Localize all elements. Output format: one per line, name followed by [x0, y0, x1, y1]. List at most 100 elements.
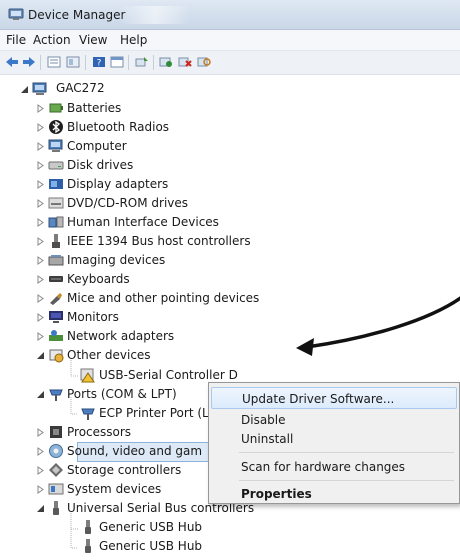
- menu-scan-hardware-changes[interactable]: Scan for hardware changes: [211, 456, 457, 478]
- back-icon[interactable]: [5, 56, 19, 68]
- tree-item-sound-video-game[interactable]: Sound, video and gam: [67, 444, 202, 458]
- network-adapter-icon: [49, 330, 63, 341]
- expand-arrow-icon[interactable]: [36, 237, 45, 246]
- toolbar-separator: [85, 55, 86, 70]
- view-icon[interactable]: [110, 56, 124, 68]
- tree-item-monitors[interactable]: Monitors: [67, 310, 119, 324]
- expand-arrow-icon[interactable]: [36, 256, 45, 265]
- expand-arrow-icon[interactable]: [36, 275, 45, 284]
- toolbar-separator: [128, 55, 129, 70]
- expand-arrow-icon[interactable]: [36, 313, 45, 322]
- computer-icon: [48, 139, 63, 152]
- tree-item-ieee-1394-controllers[interactable]: IEEE 1394 Bus host controllers: [67, 234, 251, 248]
- menu-bar: File Action View Help: [0, 30, 460, 51]
- disk-drive-icon: [48, 161, 64, 170]
- expand-arrow-icon[interactable]: [36, 332, 45, 341]
- ieee1394-icon: [52, 234, 60, 248]
- expand-arrow-icon[interactable]: [36, 180, 45, 189]
- expand-arrow-icon[interactable]: [36, 161, 45, 170]
- expand-arrow-icon[interactable]: [36, 466, 45, 475]
- tree-item-computer[interactable]: Computer: [67, 139, 127, 153]
- display-adapter-icon: [49, 179, 63, 189]
- tree-item-imaging-devices[interactable]: Imaging devices: [67, 253, 165, 267]
- computer-icon: [32, 82, 47, 95]
- device-manager-icon: [8, 8, 24, 20]
- tree-item-mice-pointing-devices[interactable]: Mice and other pointing devices: [67, 291, 259, 305]
- tree-item-keyboards[interactable]: Keyboards: [67, 272, 130, 286]
- collapse-arrow-icon[interactable]: [36, 504, 45, 513]
- tree-item-batteries[interactable]: Batteries: [67, 101, 121, 115]
- imaging-device-icon: [48, 255, 64, 266]
- tree-item-generic-usb-hub[interactable]: Generic USB Hub: [99, 539, 202, 553]
- menu-separator: [239, 480, 454, 481]
- expand-arrow-icon[interactable]: [36, 485, 45, 494]
- forward-icon[interactable]: [22, 56, 36, 68]
- tree-item-system-devices[interactable]: System devices: [67, 482, 161, 496]
- menu-update-driver-software[interactable]: Update Driver Software...: [211, 387, 457, 409]
- help-icon[interactable]: ?: [92, 56, 106, 68]
- properties-icon[interactable]: [47, 56, 61, 68]
- battery-icon: [49, 103, 63, 113]
- warning-device-icon: [80, 368, 95, 383]
- usb-controller-icon: [53, 501, 59, 515]
- tree-item-generic-usb-hub[interactable]: Generic USB Hub: [99, 520, 202, 534]
- bluetooth-icon: [49, 120, 63, 134]
- tree-item-other-devices[interactable]: Other devices: [67, 348, 151, 362]
- tree-item-bluetooth-radios[interactable]: Bluetooth Radios: [67, 120, 169, 134]
- other-devices-icon: [49, 349, 64, 363]
- show-hide-icon[interactable]: [66, 56, 80, 68]
- expand-arrow-icon[interactable]: [36, 199, 45, 208]
- menu-file[interactable]: File: [6, 33, 26, 47]
- menu-view[interactable]: View: [79, 33, 107, 47]
- tree-item-ecp-printer-port[interactable]: ECP Printer Port (LP: [99, 406, 216, 420]
- expand-arrow-icon[interactable]: [36, 428, 45, 437]
- system-devices-icon: [48, 483, 64, 495]
- usb-controller-icon: [85, 539, 91, 553]
- scan-hardware-icon[interactable]: [197, 56, 211, 68]
- expand-arrow-icon[interactable]: [36, 104, 45, 113]
- expand-arrow-icon[interactable]: [36, 447, 45, 456]
- collapse-arrow-icon[interactable]: [20, 85, 29, 94]
- sound-icon: [49, 444, 63, 458]
- monitor-icon: [49, 311, 63, 323]
- tree-root-label[interactable]: GAC272: [56, 81, 105, 95]
- title-glass: [120, 6, 190, 24]
- usb-controller-icon: [85, 520, 91, 534]
- collapse-arrow-icon[interactable]: [36, 390, 45, 399]
- expand-arrow-icon[interactable]: [36, 123, 45, 132]
- mouse-icon: [50, 293, 62, 305]
- menu-action[interactable]: Action: [33, 33, 71, 47]
- tree-item-storage-controllers[interactable]: Storage controllers: [67, 463, 181, 477]
- svg-text:?: ?: [97, 59, 102, 69]
- port-icon: [81, 408, 95, 420]
- expand-arrow-icon[interactable]: [36, 142, 45, 151]
- toolbar-separator: [40, 55, 41, 70]
- storage-controller-icon: [49, 463, 63, 477]
- tree-item-disk-drives[interactable]: Disk drives: [67, 158, 133, 172]
- update-driver-icon[interactable]: [135, 56, 149, 68]
- menu-help[interactable]: Help: [120, 33, 147, 47]
- tree-item-network-adapters[interactable]: Network adapters: [67, 329, 174, 343]
- uninstall-device-icon[interactable]: [178, 56, 192, 68]
- toolbar: ?: [0, 51, 460, 75]
- menu-separator: [239, 452, 454, 453]
- title-bar: Device Manager: [0, 0, 460, 30]
- tree-item-human-interface-devices[interactable]: Human Interface Devices: [67, 215, 219, 229]
- menu-uninstall[interactable]: Uninstall: [211, 428, 457, 450]
- disable-device-icon[interactable]: [159, 56, 173, 68]
- window-title: Device Manager: [28, 8, 126, 22]
- expand-arrow-icon[interactable]: [36, 294, 45, 303]
- tree-item-dvd-cd-rom-drives[interactable]: DVD/CD-ROM drives: [67, 196, 188, 210]
- tree-item-ports-com-lpt[interactable]: Ports (COM & LPT): [67, 387, 177, 401]
- expand-arrow-icon[interactable]: [36, 218, 45, 227]
- tree-item-usb-serial-controller[interactable]: USB-Serial Controller D: [99, 368, 238, 382]
- keyboard-icon: [49, 276, 63, 282]
- dvd-drive-icon: [48, 197, 64, 209]
- tree-item-display-adapters[interactable]: Display adapters: [67, 177, 168, 191]
- context-menu: Update Driver Software... Disable Uninst…: [208, 382, 460, 504]
- menu-properties[interactable]: Properties: [211, 483, 457, 505]
- toolbar-separator: [153, 55, 154, 70]
- hid-icon: [48, 216, 64, 228]
- tree-item-processors[interactable]: Processors: [67, 425, 131, 439]
- collapse-arrow-icon[interactable]: [36, 351, 45, 360]
